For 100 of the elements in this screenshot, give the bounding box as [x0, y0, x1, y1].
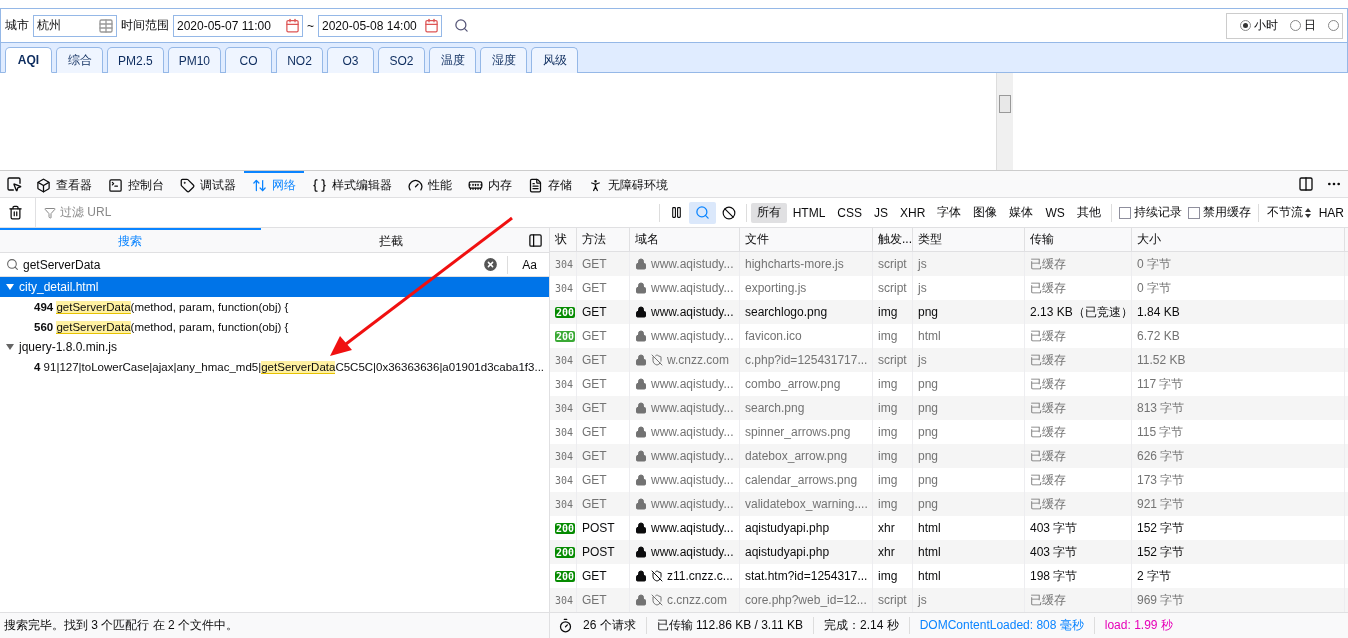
status-code: 304	[555, 474, 574, 486]
devtools-tab[interactable]: 调试器	[172, 171, 244, 197]
crossed-shield-icon	[651, 594, 663, 606]
crossed-shield-icon	[651, 354, 663, 366]
up-down-arrows-icon	[252, 177, 267, 193]
calendar-icon	[424, 18, 439, 33]
crossed-shield-icon	[651, 570, 663, 582]
result-file[interactable]: jquery-1.8.0.min.js	[0, 337, 549, 357]
har-menu[interactable]: HAR	[1314, 205, 1348, 220]
request-row[interactable]: 304 GET www.aqistudy... datebox_arrow.png img png 已缓存 626 字节	[550, 444, 1348, 468]
lock-icon	[635, 474, 647, 486]
devtools-tab[interactable]: 查看器	[28, 171, 100, 197]
search-icon	[694, 205, 710, 220]
start-date-field[interactable]: 2020-05-07 11:00	[173, 14, 303, 37]
status-badge: 200	[555, 522, 576, 534]
radio-option[interactable]: 小时	[1237, 17, 1281, 34]
lock-icon	[635, 594, 647, 606]
filter-url-field[interactable]: 过滤 URL	[35, 198, 655, 227]
metric-tab[interactable]: 温度	[429, 47, 477, 73]
match-case-toggle[interactable]: Aa	[516, 257, 543, 272]
person-icon	[588, 177, 603, 193]
search-icon[interactable]	[454, 18, 469, 33]
range-label: 时间范围	[121, 17, 169, 34]
type-filter[interactable]: JS	[868, 202, 895, 223]
type-filter[interactable]: 所有	[750, 202, 787, 223]
city-field[interactable]: 杭州	[33, 14, 117, 37]
type-filter[interactable]: HTML	[786, 202, 832, 223]
devtools-tab[interactable]: 性能	[400, 171, 460, 197]
column-header[interactable]: 触发...	[873, 228, 913, 251]
metric-tab[interactable]: PM2.5	[107, 47, 164, 73]
result-line[interactable]: 494 getServerData(method, param, function(obj) {	[0, 297, 549, 317]
request-row[interactable]: 304 GET www.aqistudy... highcharts-more.js script js 已缓存 0 字节	[550, 252, 1348, 276]
panel-tab[interactable]: 拦截	[260, 228, 521, 252]
throttle-select[interactable]: 不节流	[1262, 204, 1315, 221]
type-filter[interactable]: WS	[1039, 202, 1071, 223]
summary-text: 已传输 112.86 KB / 3.11 KB	[645, 617, 813, 634]
devtools-tab[interactable]: 内存	[460, 171, 520, 197]
column-header[interactable]: 域名	[630, 228, 740, 251]
type-filter[interactable]: XHR	[894, 202, 932, 223]
type-filter[interactable]: 字体	[931, 202, 968, 223]
document-icon	[528, 177, 543, 193]
status-badge: 200	[555, 570, 576, 582]
stopwatch-icon	[558, 618, 573, 633]
devtools-tab[interactable]: 存储	[520, 171, 580, 197]
radio-option[interactable]: 日	[1287, 17, 1319, 34]
request-row[interactable]: 304 GET www.aqistudy... search.png img png 已缓存 813 字节	[550, 396, 1348, 420]
terminal-icon	[108, 177, 123, 193]
column-header[interactable]: 文件	[740, 228, 873, 251]
metric-tab[interactable]: 综合	[56, 47, 103, 73]
metric-tab[interactable]: NO2	[276, 47, 324, 73]
metric-tab[interactable]: 风级	[531, 47, 579, 73]
column-header[interactable]: 传输	[1025, 228, 1132, 251]
result-file[interactable]: city_detail.html	[0, 277, 549, 297]
column-header[interactable]: 方法	[577, 228, 630, 251]
status-code: 304	[555, 378, 574, 390]
request-row[interactable]: 304 GET w.cnzz.com c.php?id=125431717... script js 已缓存 11.52 KB	[550, 348, 1348, 372]
metric-tab[interactable]: 湿度	[480, 47, 528, 73]
devtools-tab[interactable]: 无障碍环境	[580, 171, 676, 197]
range-separator: ~	[307, 18, 314, 33]
column-header[interactable]: 大小	[1132, 228, 1345, 251]
metric-tab[interactable]: AQI	[5, 47, 52, 73]
summary-text: load: 1.99 秒	[1093, 617, 1183, 634]
type-filter[interactable]: 图像	[967, 202, 1004, 223]
metric-tab[interactable]: SO2	[378, 47, 426, 73]
status-code: 304	[555, 450, 574, 462]
panel-tab[interactable]: 搜索	[0, 228, 261, 252]
scrollbar[interactable]	[996, 73, 1013, 170]
box-icon	[36, 177, 51, 193]
result-line[interactable]: 4 91|127|toLowerCase|ajax|any_hmac_md5|getServerDataC5C5C|0x36363636|a01901d3caba1f3...	[0, 357, 549, 377]
lock-icon	[635, 330, 647, 342]
devtools-tab[interactable]: 样式编辑器	[304, 171, 400, 197]
status-code: 304	[555, 282, 574, 294]
search-toggle[interactable]	[688, 201, 716, 224]
devtools-tab[interactable]: 控制台	[100, 171, 172, 197]
request-row[interactable]: 200 GET www.aqistudy... searchlogo.png img png 2.13 KB（已竞速） 1.84 KB	[550, 300, 1348, 324]
status-badge: 200	[555, 546, 576, 558]
column-header[interactable]: 状	[550, 228, 577, 251]
metric-tab[interactable]: CO	[225, 47, 273, 73]
lock-icon	[635, 570, 647, 582]
metric-tab[interactable]: PM10	[167, 47, 222, 73]
lock-icon	[635, 282, 647, 294]
search-field[interactable]: getServerData	[23, 257, 479, 272]
status-code: 304	[555, 402, 574, 414]
type-filter[interactable]: 其他	[1070, 202, 1107, 223]
tag-icon	[180, 177, 195, 193]
request-row[interactable]: 200 POST www.aqistudy... aqistudyapi.php xhr html 403 字节 152 字节	[550, 540, 1348, 564]
request-row[interactable]: 304 GET www.aqistudy... validatebox_warning.... img png 已缓存 921 字节	[550, 492, 1348, 516]
lock-icon	[635, 546, 647, 558]
column-header[interactable]: 类型	[913, 228, 1025, 251]
type-filter[interactable]: 媒体	[1003, 202, 1040, 223]
clear-icon[interactable]	[482, 256, 500, 273]
request-row[interactable]: 304 GET c.cnzz.com core.php?web_id=12... script js 已缓存 969 字节	[550, 588, 1348, 612]
metric-tab[interactable]: O3	[327, 47, 375, 73]
end-date-field[interactable]: 2020-05-08 14:00	[318, 14, 442, 37]
option-checkbox[interactable]: 禁用缓存	[1184, 204, 1254, 221]
result-line[interactable]: 560 getServerData(method, param, function(obj) {	[0, 317, 549, 337]
table-icon	[98, 17, 114, 34]
status-code: 304	[555, 594, 574, 606]
option-checkbox[interactable]: 持续记录	[1115, 204, 1185, 221]
type-filter[interactable]: CSS	[831, 202, 869, 223]
